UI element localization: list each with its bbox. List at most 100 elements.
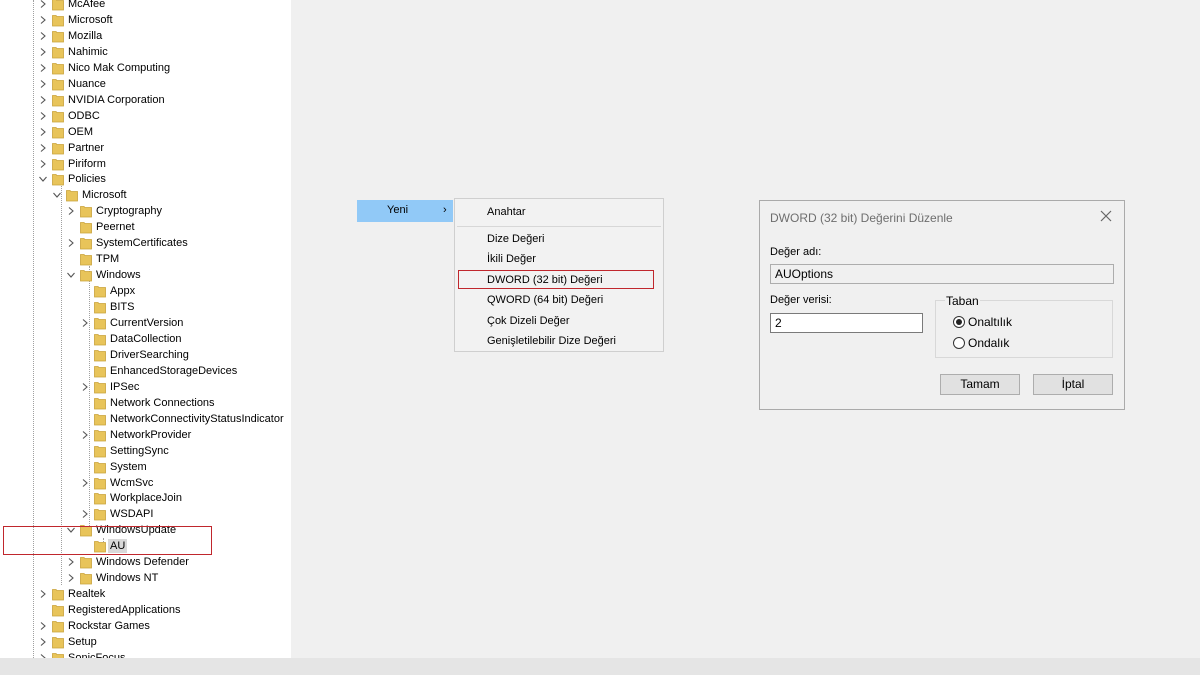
- tree-item[interactable]: WcmSvc: [80, 475, 291, 491]
- chevron-right-icon[interactable]: [66, 557, 76, 567]
- chevron-right-icon[interactable]: [66, 573, 76, 583]
- tree-item[interactable]: Setup: [38, 634, 291, 650]
- cancel-button[interactable]: İptal: [1033, 374, 1113, 395]
- tree-item[interactable]: NetworkProvider: [80, 427, 291, 443]
- tree-item[interactable]: BITS: [80, 299, 291, 315]
- highlight-box-windowsupdate: [3, 526, 212, 555]
- tree-item[interactable]: EnhancedStorageDevices: [80, 363, 291, 379]
- tree-item-label: Rockstar Games: [68, 620, 150, 633]
- chevron-down-icon[interactable]: [38, 174, 48, 184]
- tree-item[interactable]: IPSec: [80, 379, 291, 395]
- chevron-right-icon[interactable]: [80, 318, 90, 328]
- tree-item[interactable]: Realtek: [38, 586, 291, 602]
- tree-item-label: Piriform: [68, 157, 106, 170]
- folder-icon: [52, 172, 64, 186]
- chevron-right-icon[interactable]: [38, 621, 48, 631]
- chevron-right-icon[interactable]: [38, 589, 48, 599]
- tree-item[interactable]: Peernet: [66, 219, 291, 235]
- tree-item-label: WSDAPI: [110, 508, 154, 521]
- folder-icon: [52, 635, 64, 649]
- tree-item[interactable]: SonicFocus: [38, 650, 291, 658]
- decimal-radio[interactable]: [953, 337, 965, 349]
- tree-item[interactable]: SystemCertificates: [66, 235, 291, 251]
- tree-item[interactable]: ODBC: [38, 108, 291, 124]
- ok-button[interactable]: Tamam: [940, 374, 1020, 395]
- radio-selected-dot: [956, 319, 962, 325]
- chevron-right-icon[interactable]: [80, 382, 90, 392]
- close-icon[interactable]: [1099, 209, 1113, 223]
- chevron-right-icon[interactable]: [80, 509, 90, 519]
- tree-item-label: DriverSearching: [110, 348, 189, 361]
- tree-item[interactable]: Piriform: [38, 156, 291, 172]
- tree-item[interactable]: Microsoft: [38, 12, 291, 28]
- tree-item-label: ODBC: [68, 109, 100, 122]
- hex-radio[interactable]: [953, 316, 965, 328]
- chevron-right-icon[interactable]: [38, 0, 48, 9]
- tree-item[interactable]: Nahimic: [38, 44, 291, 60]
- chevron-right-icon[interactable]: [38, 111, 48, 121]
- tree-item-label: Peernet: [96, 221, 135, 234]
- chevron-down-icon[interactable]: [52, 190, 62, 200]
- tree-item[interactable]: Microsoft: [52, 187, 291, 203]
- tree-item[interactable]: Network Connections: [80, 395, 291, 411]
- tree-item[interactable]: Mozilla: [38, 28, 291, 44]
- submenu-item-multi-string[interactable]: Çok Dizeli Değer: [487, 314, 570, 328]
- value-data-input[interactable]: 2: [770, 313, 923, 333]
- tree-item[interactable]: TPM: [66, 251, 291, 267]
- submenu-item-key[interactable]: Anahtar: [487, 205, 526, 219]
- chevron-right-icon[interactable]: [38, 637, 48, 647]
- folder-icon: [94, 428, 106, 442]
- chevron-right-icon[interactable]: [38, 143, 48, 153]
- tree-item-label: Appx: [110, 285, 136, 298]
- chevron-down-icon[interactable]: [66, 270, 76, 280]
- context-menu-new-item[interactable]: Yeni ›: [357, 200, 453, 222]
- submenu-item-expandable-string[interactable]: Genişletilebilir Dize Değeri: [487, 334, 616, 348]
- chevron-right-icon[interactable]: [38, 15, 48, 25]
- tree-item[interactable]: Nuance: [38, 76, 291, 92]
- tree-item[interactable]: Policies: [38, 171, 291, 187]
- tree-item[interactable]: RegisteredApplications: [38, 602, 291, 618]
- chevron-right-icon[interactable]: [38, 47, 48, 57]
- tree-item[interactable]: Appx: [80, 283, 291, 299]
- tree-item-label: McAfee: [68, 0, 106, 10]
- tree-item[interactable]: Windows NT: [66, 570, 291, 586]
- tree-item[interactable]: NVIDIA Corporation: [38, 92, 291, 108]
- tree-item[interactable]: NetworkConnectivityStatusIndicator: [80, 411, 291, 427]
- chevron-right-icon[interactable]: [80, 430, 90, 440]
- chevron-right-icon[interactable]: [66, 238, 76, 248]
- chevron-right-icon[interactable]: [66, 206, 76, 216]
- chevron-right-icon[interactable]: [38, 159, 48, 169]
- submenu-item-string[interactable]: Dize Değeri: [487, 232, 544, 246]
- folder-icon: [94, 300, 106, 314]
- tree-item[interactable]: Windows: [66, 267, 291, 283]
- submenu-item-qword[interactable]: QWORD (64 bit) Değeri: [487, 293, 603, 307]
- tree-item[interactable]: McAfee: [38, 0, 291, 12]
- tree-item[interactable]: WSDAPI: [80, 506, 291, 522]
- tree-item-label: Microsoft: [68, 13, 113, 26]
- tree-item[interactable]: DataCollection: [80, 331, 291, 347]
- tree-item-label: Mozilla: [68, 29, 103, 42]
- tree-item[interactable]: CurrentVersion: [80, 315, 291, 331]
- folder-icon: [52, 0, 64, 11]
- chevron-right-icon[interactable]: [38, 31, 48, 41]
- tree-item[interactable]: SettingSync: [80, 443, 291, 459]
- tree-item-label: TPM: [96, 253, 120, 266]
- tree-item[interactable]: System: [80, 459, 291, 475]
- tree-item[interactable]: Nico Mak Computing: [38, 60, 291, 76]
- chevron-right-icon[interactable]: [38, 63, 48, 73]
- chevron-right-icon[interactable]: [38, 127, 48, 137]
- chevron-right-icon[interactable]: [80, 478, 90, 488]
- tree-item-label: DataCollection: [110, 332, 182, 345]
- tree-item[interactable]: Partner: [38, 140, 291, 156]
- submenu-item-binary[interactable]: İkili Değer: [487, 252, 536, 266]
- tree-item[interactable]: Rockstar Games: [38, 618, 291, 634]
- tree-item[interactable]: DriverSearching: [80, 347, 291, 363]
- tree-item[interactable]: Cryptography: [66, 203, 291, 219]
- tree-item[interactable]: WorkplaceJoin: [80, 490, 291, 506]
- folder-icon: [80, 220, 92, 234]
- tree-item[interactable]: OEM: [38, 124, 291, 140]
- tree-item[interactable]: Windows Defender: [66, 554, 291, 570]
- chevron-right-icon[interactable]: [38, 95, 48, 105]
- chevron-right-icon[interactable]: [38, 79, 48, 89]
- base-group: [935, 300, 1113, 358]
